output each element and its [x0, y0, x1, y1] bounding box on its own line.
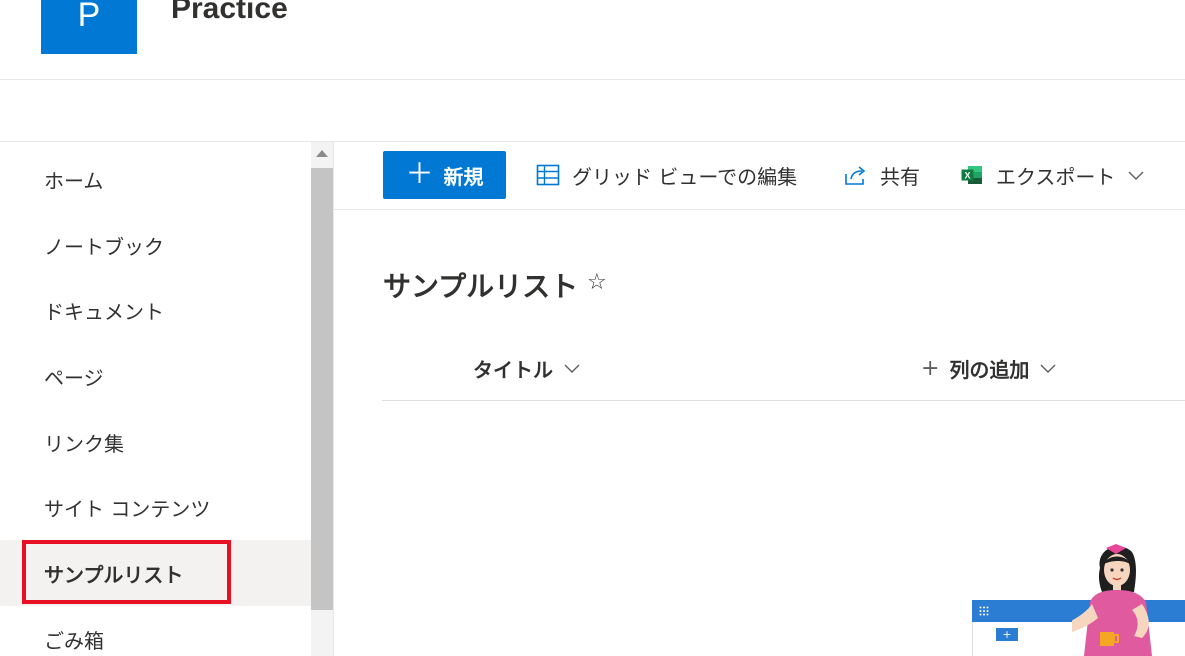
nav-item-label: ごみ箱	[44, 628, 104, 653]
plus-icon: +	[921, 355, 940, 381]
dots-grid-icon	[979, 606, 989, 616]
share-button[interactable]: 共有	[844, 151, 920, 199]
nav-scrollbar[interactable]	[311, 142, 333, 656]
nav-item-label: ノートブック	[44, 234, 164, 259]
nav-divider	[333, 142, 334, 656]
nav-item-label: サイト コンテンツ	[44, 496, 211, 521]
nav-item-label: ページ	[44, 365, 104, 390]
export-button[interactable]: X エクスポート	[960, 151, 1145, 199]
new-button-label: 新規	[443, 164, 484, 189]
grid-icon	[536, 164, 560, 186]
woman-character-icon	[1072, 544, 1152, 656]
site-header: P Practice	[0, 0, 1185, 80]
list-title: サンプルリスト	[383, 270, 579, 303]
excel-icon: X	[961, 166, 982, 184]
mini-plus-icon: +	[996, 628, 1018, 641]
nav-item-notebook[interactable]: ノートブック	[0, 212, 311, 278]
page: P Practice ホーム ノートブック ドキュメント ページ リンク集 サイ…	[0, 0, 1185, 656]
nav-item-label: ドキュメント	[44, 299, 164, 324]
add-column-button[interactable]: + 列の追加	[921, 350, 1057, 386]
list-header-divider	[382, 400, 1185, 401]
nav-item-label: ホーム	[44, 168, 104, 193]
svg-text:X: X	[964, 171, 970, 181]
share-label: 共有	[880, 164, 920, 189]
guide-illustration: +	[972, 540, 1185, 656]
nav-item-label: サンプルリスト	[44, 562, 184, 587]
site-title[interactable]: Practice	[171, 0, 288, 30]
left-navigation: ホーム ノートブック ドキュメント ページ リンク集 サイト コンテンツ サンプ…	[0, 142, 311, 656]
export-label: エクスポート	[996, 164, 1116, 189]
plus-icon: ＋	[405, 156, 434, 190]
nav-item-recycle-bin[interactable]: ごみ箱	[0, 606, 311, 656]
add-column-label: 列の追加	[949, 357, 1030, 382]
share-icon	[845, 166, 866, 185]
nav-item-label: リンク集	[44, 431, 124, 456]
site-logo[interactable]: P	[41, 0, 137, 54]
new-button[interactable]: ＋ 新規	[383, 151, 506, 199]
chevron-down-icon	[564, 364, 580, 373]
grid-view-edit-button[interactable]: グリッド ビューでの編集	[536, 151, 797, 199]
grid-view-edit-label: グリッド ビューでの編集	[572, 164, 798, 189]
scroll-up-arrow-icon[interactable]	[316, 150, 328, 157]
nav-item-documents[interactable]: ドキュメント	[0, 277, 311, 343]
star-icon[interactable]: ☆	[587, 270, 607, 295]
nav-item-site-contents[interactable]: サイト コンテンツ	[0, 474, 311, 540]
nav-item-links[interactable]: リンク集	[0, 409, 311, 475]
scroll-thumb[interactable]	[311, 168, 333, 610]
column-header-title[interactable]: タイトル	[473, 350, 581, 386]
chevron-down-icon[interactable]	[1127, 166, 1145, 184]
nav-item-pages[interactable]: ページ	[0, 343, 311, 409]
nav-item-sample-list[interactable]: サンプルリスト	[0, 540, 311, 606]
nav-item-home[interactable]: ホーム	[0, 146, 311, 212]
column-header-label: タイトル	[473, 357, 553, 382]
chevron-down-icon	[1040, 364, 1056, 373]
command-bar: ＋ 新規 グリッド ビューでの編集 共有 X エクスポート	[334, 142, 1185, 210]
